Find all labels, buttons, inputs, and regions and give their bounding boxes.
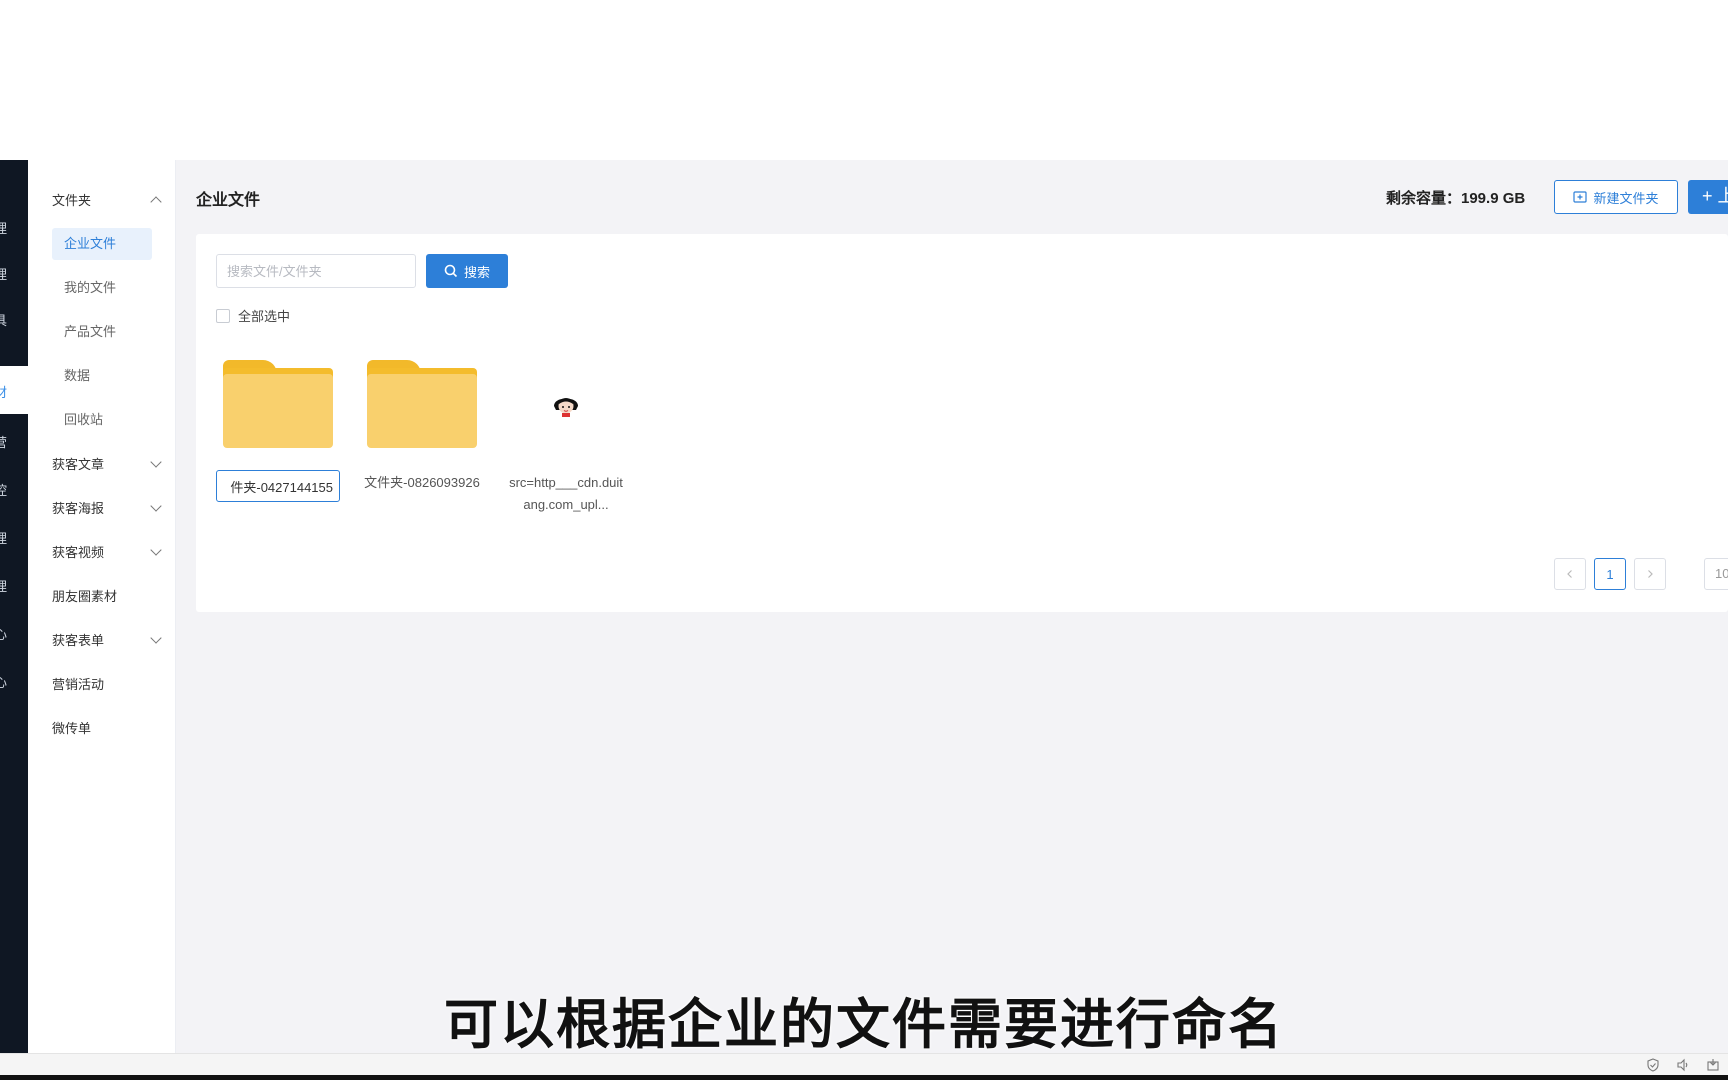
nav-item-2[interactable]: 理 xyxy=(0,264,28,283)
chevron-down-icon xyxy=(150,543,162,556)
file-item-folder-2[interactable]: 文件夹-0826093926 xyxy=(358,360,486,494)
speaker-icon[interactable] xyxy=(1676,1058,1690,1072)
sidebar-group-label: 获客海报 xyxy=(52,501,105,516)
shield-icon[interactable] xyxy=(1646,1058,1660,1072)
nav-item-7[interactable]: 理 xyxy=(0,528,28,547)
page-number-button[interactable]: 1 xyxy=(1594,558,1626,590)
sidebar-group-videos[interactable]: 获客视频 xyxy=(52,542,162,561)
chevron-up-icon xyxy=(150,195,162,208)
top-blank-area xyxy=(0,0,1728,160)
chevron-down-icon xyxy=(150,499,162,512)
taskbar xyxy=(0,1053,1728,1080)
sidebar-group-posters[interactable]: 获客海报 xyxy=(52,498,162,517)
nav-item-6[interactable]: 控 xyxy=(0,480,28,499)
nav-item-5[interactable]: 营 xyxy=(0,432,28,451)
select-all[interactable]: 全部选中 xyxy=(216,306,290,325)
sidebar-item-enterprise-files[interactable]: 企业文件 xyxy=(52,228,152,260)
folder-icon xyxy=(223,360,333,448)
page-title: 企业文件 xyxy=(196,192,261,209)
next-page-button[interactable] xyxy=(1634,558,1666,590)
sidebar-item-product-files[interactable]: 产品文件 xyxy=(52,316,152,348)
sidebar-group-label: 获客表单 xyxy=(52,633,105,648)
sidebar-item-data[interactable]: 数据 xyxy=(52,360,152,392)
prev-page-button[interactable] xyxy=(1554,558,1586,590)
new-folder-button[interactable]: 新建文件夹 xyxy=(1554,180,1678,214)
network-icon[interactable] xyxy=(1706,1058,1720,1072)
sidebar-group-label: 文件夹 xyxy=(52,193,92,208)
search-button-label: 搜索 xyxy=(463,264,490,280)
nav-item-materials[interactable]: 材 xyxy=(0,382,28,401)
sidebar-group-label: 朋友圈素材 xyxy=(52,589,118,604)
primary-nav: 理 理 具 材 营 控 理 理 心 心 xyxy=(0,160,28,1053)
search-button[interactable]: 搜索 xyxy=(426,254,508,288)
sidebar-group-forms[interactable]: 获客表单 xyxy=(52,630,162,649)
sidebar-group-label: 获客文章 xyxy=(52,457,105,472)
sidebar-group-label: 获客视频 xyxy=(52,545,105,560)
new-folder-label: 新建文件夹 xyxy=(1593,190,1659,206)
image-thumbnail xyxy=(511,360,621,448)
sidebar-group-folders[interactable]: 文件夹 xyxy=(52,190,162,209)
remaining-capacity: 剩余容量：199.9 GB xyxy=(1386,190,1526,207)
video-subtitle: 可以根据企业的文件需要进行命名 xyxy=(444,995,1284,1055)
sidebar-item-micro-flyer[interactable]: 微传单 xyxy=(52,718,160,737)
select-all-label: 全部选中 xyxy=(238,309,291,324)
nav-item-10[interactable]: 心 xyxy=(0,672,28,691)
cartoon-girl-image xyxy=(554,398,578,417)
secondary-sidebar: 文件夹 企业文件 我的文件 产品文件 数据 回收站 获客文章 获客海报 获客视频… xyxy=(28,160,176,1053)
file-item-folder-1[interactable] xyxy=(214,360,342,448)
main-content: 企业文件 剩余容量：199.9 GB 新建文件夹 + 上 搜索 全部选中 xyxy=(176,160,1728,1053)
chevron-left-icon xyxy=(1567,570,1572,578)
page-size-select[interactable]: 100条/页 xyxy=(1704,558,1728,590)
sidebar-item-recycle-bin[interactable]: 回收站 xyxy=(52,404,152,436)
chevron-down-icon xyxy=(150,631,162,644)
file-panel: 搜索 全部选中 文件夹-0826093926 xyxy=(196,234,1728,612)
upload-button[interactable]: + 上 xyxy=(1688,180,1728,214)
sidebar-group-articles[interactable]: 获客文章 xyxy=(52,454,162,473)
taskbar-strip xyxy=(0,1075,1728,1080)
sidebar-item-campaigns[interactable]: 营销活动 xyxy=(52,674,160,693)
chevron-right-icon xyxy=(1648,570,1653,578)
sidebar-group-label: 微传单 xyxy=(52,721,92,736)
new-folder-icon xyxy=(1573,191,1588,203)
file-name: src=http___cdn.duitang.com_upl... xyxy=(509,475,623,512)
select-all-checkbox[interactable] xyxy=(216,308,230,323)
sidebar-item-moments[interactable]: 朋友圈素材 xyxy=(52,586,160,605)
search-input[interactable] xyxy=(216,254,416,288)
search-icon xyxy=(444,264,458,278)
chevron-down-icon xyxy=(150,455,162,468)
file-name: 文件夹-0826093926 xyxy=(364,475,480,490)
file-item-image[interactable]: src=http___cdn.duitang.com_upl... xyxy=(502,360,630,516)
pagination: 1 xyxy=(1554,558,1666,590)
rename-input[interactable] xyxy=(216,470,340,502)
sidebar-item-my-files[interactable]: 我的文件 xyxy=(52,272,152,304)
nav-item-9[interactable]: 心 xyxy=(0,624,28,643)
folder-icon xyxy=(367,360,477,448)
nav-item-1[interactable]: 理 xyxy=(0,218,28,237)
system-tray xyxy=(1646,1058,1720,1072)
nav-item-8[interactable]: 理 xyxy=(0,576,28,595)
sidebar-group-label: 营销活动 xyxy=(52,677,105,692)
nav-item-3[interactable]: 具 xyxy=(0,310,28,329)
